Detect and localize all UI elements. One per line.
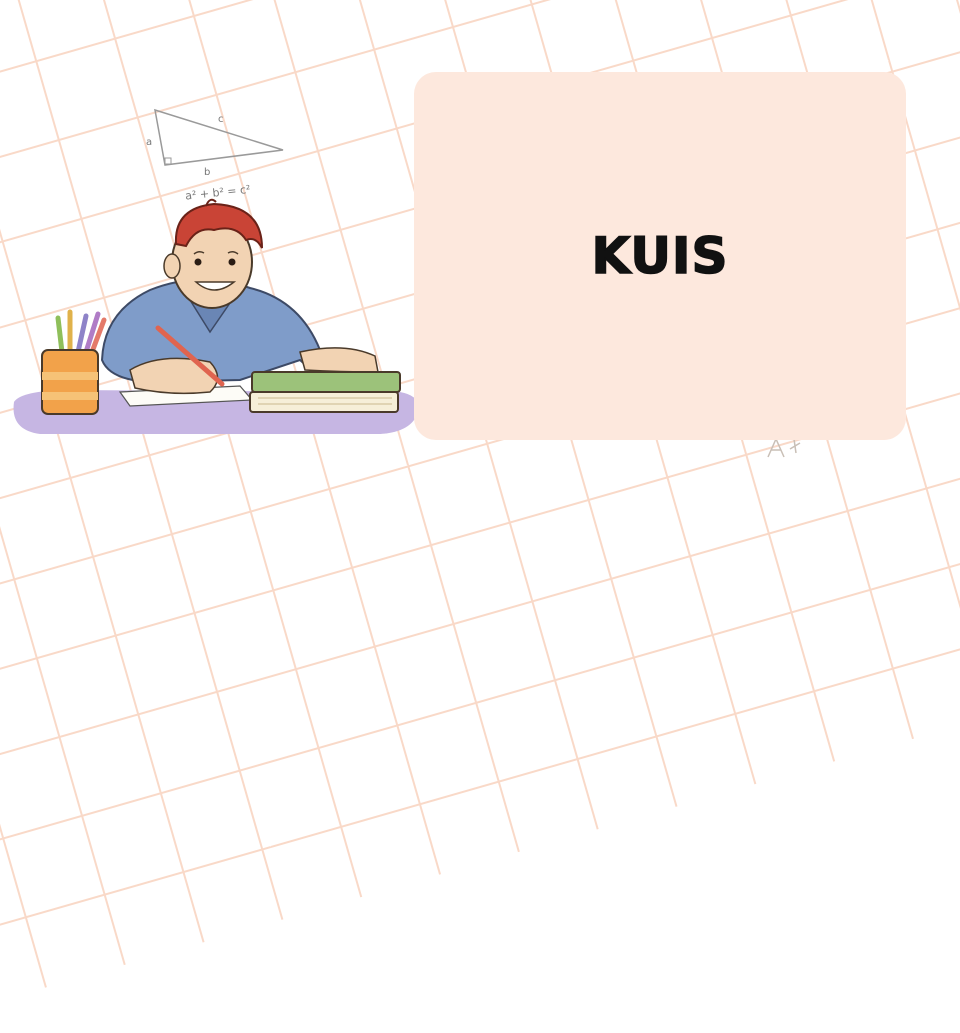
- slide-title: KUIS: [591, 226, 729, 286]
- book-stack: [249, 371, 401, 413]
- pencil-holder: [41, 309, 107, 415]
- triangle-label-c: c: [218, 114, 224, 125]
- triangle-label-b: b: [204, 167, 210, 178]
- student-studying-illustration: a c b a² + b² = c²: [13, 108, 419, 434]
- triangle-diagram: a c b a² + b² = c²: [146, 108, 284, 203]
- pythagoras-formula: a² + b² = c²: [185, 183, 251, 203]
- quiz-title-card: KUIS: [414, 72, 906, 440]
- triangle-label-a: a: [146, 137, 152, 148]
